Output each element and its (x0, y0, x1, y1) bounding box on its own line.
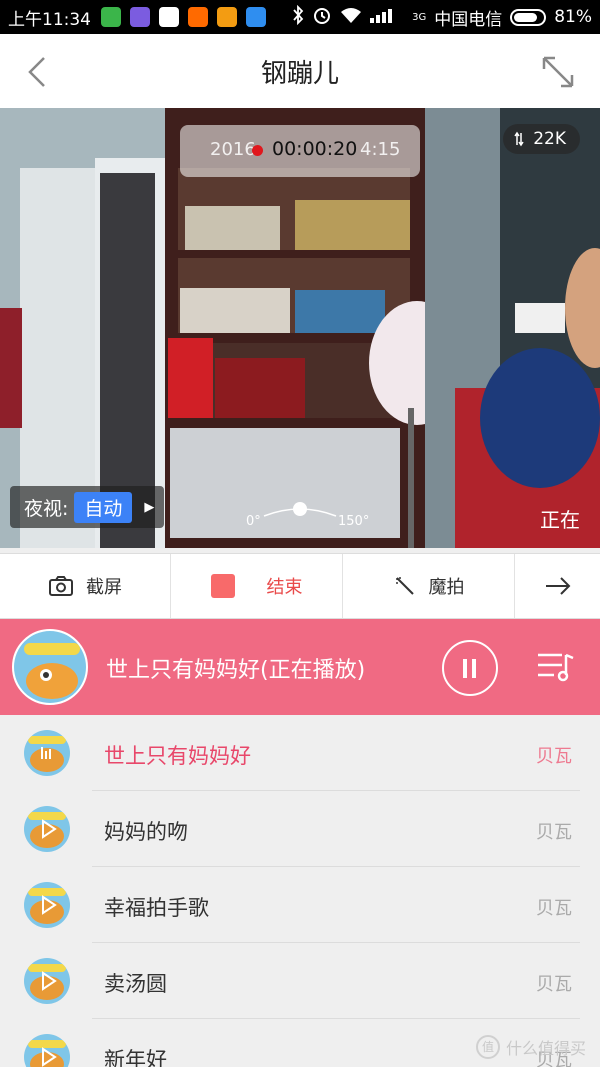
song-cover (24, 1034, 70, 1067)
bitrate-badge: 22K (503, 124, 580, 154)
chevron-left-icon (28, 57, 45, 87)
network-type: 3G (412, 11, 427, 23)
song-title: 妈妈的吻 (104, 820, 188, 844)
camera-icon (49, 576, 73, 596)
qq-icon (159, 7, 179, 27)
alarm-icon (312, 5, 332, 30)
watermark: 值 什么值得买 (475, 1035, 586, 1059)
battery-icon (510, 8, 547, 26)
song-list: 世上只有妈妈好 贝瓦 妈妈的吻 贝瓦 幸福拍手歌 贝瓦 卖汤圆 贝瓦 新年好 贝瓦 (0, 715, 600, 1067)
back-button[interactable] (22, 52, 52, 92)
song-list-item[interactable]: 卖汤圆 贝瓦 (0, 943, 600, 1019)
battery-percent: 81% (554, 7, 592, 27)
song-cover (24, 730, 70, 776)
song-list-item[interactable]: 世上只有妈妈好 贝瓦 (0, 715, 600, 791)
song-cover (24, 958, 70, 1004)
now-playing-title: 世上只有妈妈好(正在播放) (106, 658, 366, 683)
angle-slider-handle[interactable] (293, 502, 307, 516)
status-time: 上午11:34 (8, 9, 91, 30)
watermark-logo-icon: 值 (475, 1035, 500, 1059)
page-title: 钢蹦儿 (260, 58, 339, 89)
timestamp-partial-left: 2016 (210, 139, 256, 160)
recording-status: 2016 00:00:20 4:15 (180, 125, 420, 177)
expand-icon (542, 56, 574, 88)
app-notification-icon (130, 7, 150, 27)
magic-wand-icon (395, 577, 414, 595)
taobao-icon (188, 7, 208, 27)
song-artist: 贝瓦 (536, 746, 572, 767)
play-icon (24, 958, 70, 1004)
app-notification-icon (101, 7, 121, 27)
playlist-button[interactable] (536, 649, 576, 685)
video-overlay-text: 正在 (540, 508, 580, 532)
bluetooth-icon (292, 4, 304, 30)
timestamp-partial-right: 4:15 (360, 139, 401, 160)
song-title: 幸福拍手歌 (104, 896, 209, 920)
status-bar: 上午11:34 3G 中国电信 81% (0, 0, 600, 34)
song-title: 新年好 (104, 1048, 167, 1067)
stop-label: 结束 (266, 577, 303, 598)
song-list-item[interactable]: 幸福拍手歌 贝瓦 (0, 867, 600, 943)
play-icon (24, 1034, 70, 1067)
watermark-text: 什么值得买 (505, 1039, 586, 1058)
bitrate-value: 22K (533, 129, 566, 149)
night-vision-label: 夜视: (24, 497, 69, 520)
cloud-app-icon (246, 7, 266, 27)
camera-video-feed[interactable]: 2016 00:00:20 4:15 22K 夜视: 自动 ▶ 0° 150° … (0, 108, 600, 548)
night-vision-mode[interactable]: 自动 (74, 491, 133, 523)
song-artist: 贝瓦 (536, 974, 572, 995)
magic-shot-button[interactable]: 魔拍 (343, 554, 515, 618)
album-cover (12, 629, 88, 705)
more-arrow-button[interactable] (515, 554, 600, 618)
stop-recording-button[interactable]: 结束 (171, 554, 343, 618)
night-vision-control[interactable]: 夜视: 自动 ▶ (10, 486, 165, 528)
wifi-icon (340, 6, 362, 29)
screenshot-label: 截屏 (86, 577, 122, 598)
arrow-right-icon (545, 577, 570, 595)
song-artist: 贝瓦 (536, 822, 572, 843)
song-title: 世上只有妈妈好 (104, 744, 251, 768)
record-dot-icon (252, 145, 263, 156)
song-cover (24, 806, 70, 852)
signal-icon (370, 7, 404, 28)
song-cover (24, 882, 70, 928)
app-screen: 上午11:34 3G 中国电信 81% 钢蹦儿 2016 00:00:20 4:… (0, 0, 600, 1067)
angle-max-label: 150° (338, 514, 370, 529)
playing-bars-icon (24, 730, 70, 776)
app-notification-icon (217, 7, 237, 27)
play-icon (24, 882, 70, 928)
song-list-item[interactable]: 妈妈的吻 贝瓦 (0, 791, 600, 867)
playlist-icon (538, 653, 574, 682)
stop-icon (210, 574, 235, 598)
camera-toolbar: 截屏 结束 魔拍 (0, 553, 600, 619)
transfer-icon (514, 131, 524, 147)
app-header: 钢蹦儿 (0, 34, 600, 108)
angle-min-label: 0° (246, 514, 261, 529)
record-time: 00:00:20 (272, 138, 358, 160)
play-icon (24, 806, 70, 852)
carrier-name: 中国电信 (434, 9, 503, 30)
fullscreen-button[interactable] (538, 52, 578, 92)
screenshot-button[interactable]: 截屏 (0, 554, 171, 618)
magic-shot-label: 魔拍 (428, 577, 465, 598)
pause-button[interactable] (442, 640, 498, 696)
now-playing-bar[interactable]: 世上只有妈妈好(正在播放) (0, 619, 600, 715)
song-artist: 贝瓦 (536, 898, 572, 919)
chevron-right-icon: ▶ (144, 499, 155, 515)
song-title: 卖汤圆 (104, 972, 167, 996)
